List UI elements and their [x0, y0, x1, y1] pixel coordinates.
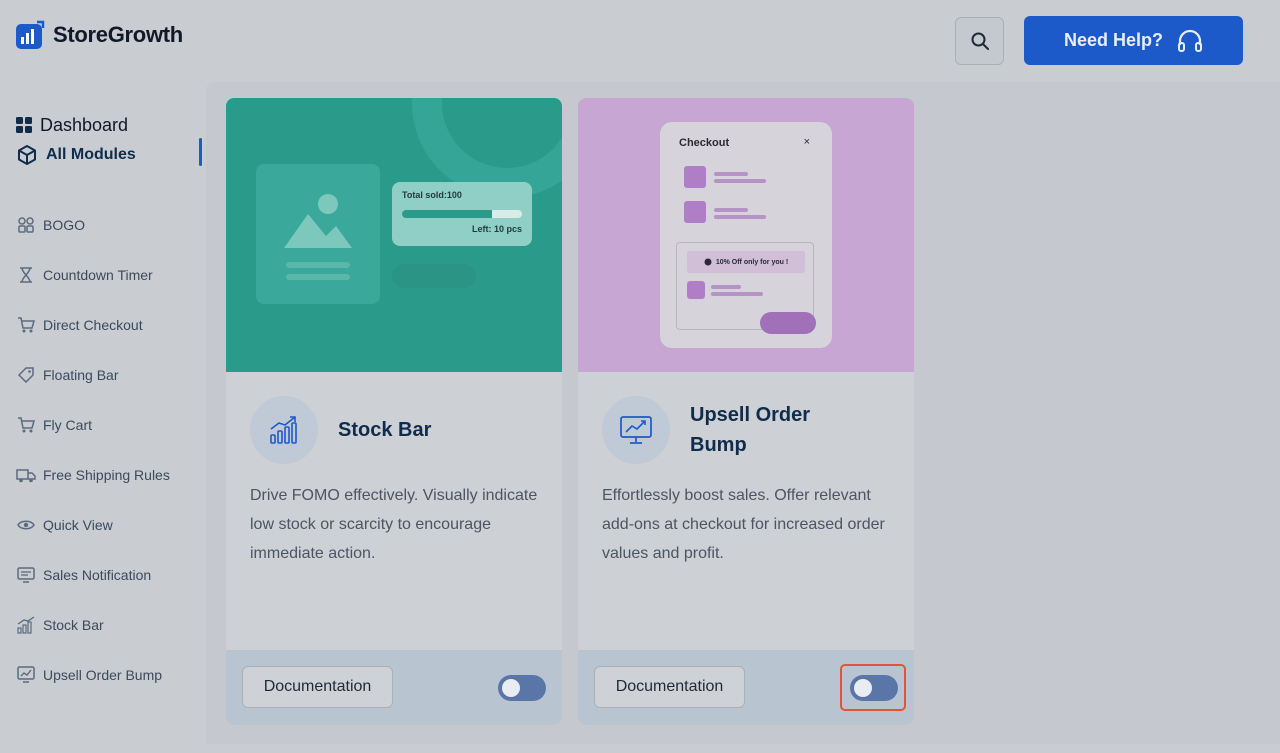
- search-icon: [971, 32, 989, 50]
- documentation-button[interactable]: Documentation: [242, 666, 393, 708]
- brand-name: StoreGrowth: [53, 22, 183, 47]
- banner-pill: [392, 264, 476, 288]
- sidebar-item-floating-bar[interactable]: Floating Bar: [16, 350, 170, 400]
- grid-icon: [16, 117, 32, 133]
- offer-badge: 10% Off only for you !: [687, 251, 805, 273]
- top-header: StoreGrowth Need Help?: [0, 0, 1280, 82]
- sidebar-item-label: Floating Bar: [43, 367, 119, 383]
- toggle-knob: [854, 679, 872, 697]
- notification-icon: [16, 565, 36, 585]
- tag-icon: [16, 365, 36, 385]
- text-line: [714, 172, 748, 176]
- module-list: BOGO Countdown Timer Direct Checkout Flo…: [16, 200, 170, 700]
- headphones-icon: [1178, 29, 1203, 52]
- checkout-title: Checkout: [679, 137, 730, 149]
- module-card-upsell-order-bump: Checkout × 10% Off only for you ! Upsell…: [578, 98, 914, 725]
- product-thumb: [687, 281, 705, 299]
- clock-icon: [704, 258, 712, 266]
- sidebar-item-quick-view[interactable]: Quick View: [16, 500, 170, 550]
- sidebar-item-direct-checkout[interactable]: Direct Checkout: [16, 300, 170, 350]
- sidebar-item-label: BOGO: [43, 217, 86, 233]
- image-icon: [284, 194, 352, 280]
- sidebar-item-label: Fly Cart: [43, 417, 92, 433]
- card-footer: Documentation: [578, 650, 914, 725]
- documentation-button[interactable]: Documentation: [594, 666, 745, 708]
- sidebar-item-label: Sales Notification: [43, 567, 152, 583]
- sidebar-item-stock-bar[interactable]: Stock Bar: [16, 600, 170, 650]
- eye-icon: [16, 515, 36, 535]
- sidebar-item-bogo[interactable]: BOGO: [16, 200, 170, 250]
- module-toggle-upsell-order-bump[interactable]: [850, 675, 898, 701]
- product-thumb: [684, 201, 706, 223]
- card-header: Upsell Order Bump: [602, 396, 840, 464]
- active-indicator: [199, 138, 202, 166]
- text-line: [711, 292, 763, 296]
- monitor-chart-icon: [602, 396, 670, 464]
- stock-progress-bar: [402, 210, 522, 218]
- cube-icon: [18, 145, 36, 165]
- truck-icon: [16, 465, 36, 485]
- text-line: [714, 179, 766, 183]
- sidebar-item-all-modules[interactable]: All Modules: [16, 140, 136, 170]
- total-sold-text: Total sold:100: [402, 190, 462, 200]
- card-footer: Documentation: [226, 650, 562, 725]
- sidebar-item-countdown-timer[interactable]: Countdown Timer: [16, 250, 170, 300]
- stock-info-box: Total sold:100 Left: 10 pcs: [392, 182, 532, 246]
- sidebar-item-label: Stock Bar: [43, 617, 104, 633]
- card-title: Upsell Order Bump: [690, 404, 811, 456]
- main-nav: Dashboard All Modules: [16, 110, 136, 170]
- stock-progress-fill: [402, 210, 492, 218]
- sidebar: Dashboard All Modules BOGO Countdown Tim…: [0, 82, 206, 753]
- sidebar-item-label: Upsell Order Bump: [43, 667, 163, 683]
- sidebar-item-label: Free Shipping Rules: [43, 467, 170, 483]
- text-line: [714, 215, 766, 219]
- stock-bar-banner: Total sold:100 Left: 10 pcs: [226, 98, 562, 372]
- offer-text: 10% Off only for you !: [715, 258, 789, 266]
- brand-logo[interactable]: StoreGrowth: [15, 20, 183, 50]
- card-description: Drive FOMO effectively. Visually indicat…: [250, 487, 538, 562]
- text-line: [711, 285, 741, 289]
- left-count-text: Left: 10 pcs: [471, 224, 522, 234]
- sidebar-item-label: Quick View: [43, 517, 113, 533]
- sidebar-item-label: All Modules: [46, 146, 136, 163]
- bar-chart-icon: [16, 615, 36, 635]
- module-card-stock-bar: Total sold:100 Left: 10 pcs Stock Bar Dr…: [226, 98, 562, 725]
- card-description: Effortlessly boost sales. Offer relevant…: [602, 487, 885, 562]
- upsell-icon: [16, 665, 36, 685]
- stock-bar-icon: [250, 396, 318, 464]
- need-help-label: Need Help?: [1063, 30, 1164, 50]
- need-help-button[interactable]: Need Help?: [1024, 16, 1243, 65]
- cart-icon: [16, 415, 36, 435]
- sidebar-item-label: Dashboard: [40, 114, 129, 135]
- text-line: [714, 208, 748, 212]
- card-header: Stock Bar: [250, 396, 488, 464]
- upsell-banner: Checkout × 10% Off only for you !: [578, 98, 914, 372]
- logo-icon: [16, 20, 45, 49]
- sidebar-item-fly-cart[interactable]: Fly Cart: [16, 400, 170, 450]
- sidebar-item-dashboard[interactable]: Dashboard: [16, 110, 136, 140]
- bogo-icon: [16, 215, 36, 235]
- sidebar-item-upsell-order-bump[interactable]: Upsell Order Bump: [16, 650, 170, 700]
- product-placeholder: [256, 164, 380, 304]
- toggle-knob: [502, 679, 520, 697]
- module-toggle-stock-bar[interactable]: [498, 675, 546, 701]
- product-thumb: [684, 166, 706, 188]
- add-button-preview: [760, 312, 816, 334]
- cart-icon: [16, 315, 36, 335]
- sidebar-item-label: Countdown Timer: [43, 267, 153, 283]
- sidebar-item-free-shipping-rules[interactable]: Free Shipping Rules: [16, 450, 170, 500]
- hourglass-icon: [16, 265, 36, 285]
- search-button[interactable]: [955, 17, 1004, 65]
- close-icon: ×: [803, 136, 810, 148]
- checkout-preview: Checkout × 10% Off only for you !: [660, 122, 832, 348]
- sidebar-item-sales-notification[interactable]: Sales Notification: [16, 550, 170, 600]
- card-title: Stock Bar: [338, 419, 432, 441]
- sidebar-item-label: Direct Checkout: [43, 317, 143, 333]
